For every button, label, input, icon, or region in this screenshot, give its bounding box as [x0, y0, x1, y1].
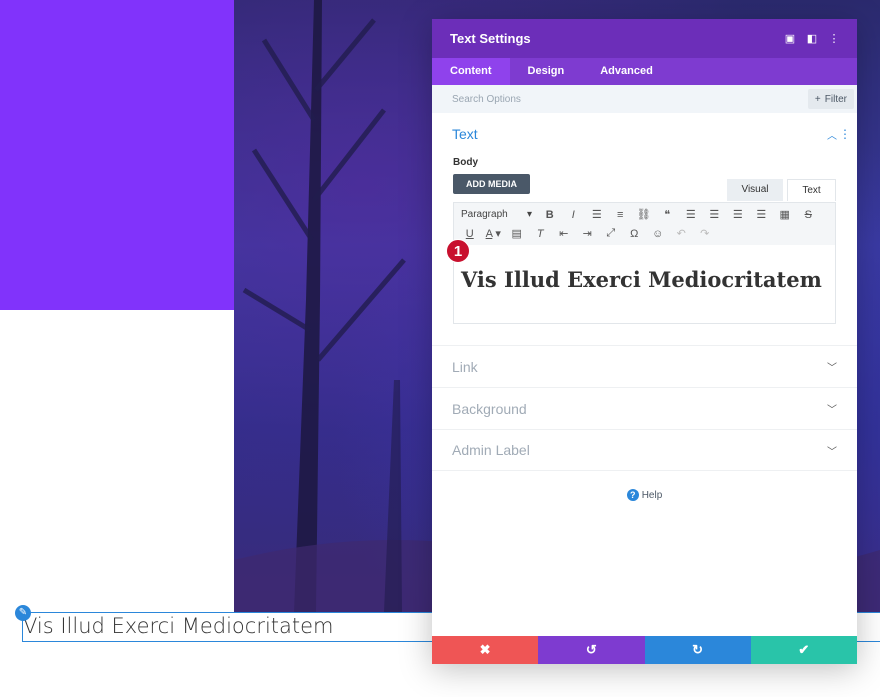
redo-button[interactable]: ↻: [644, 636, 751, 664]
search-input[interactable]: Search Options: [452, 94, 808, 105]
chevron-up-icon[interactable]: ︿: [825, 127, 839, 142]
close-icon: ✖: [479, 642, 491, 657]
strikethrough-icon[interactable]: S: [797, 209, 821, 221]
page-text: Vis Illud Exerci Mediocritatem: [23, 614, 334, 638]
numbered-list-icon[interactable]: ≡: [609, 209, 633, 221]
more-vertical-icon[interactable]: ⋮: [839, 127, 851, 141]
redo-icon[interactable]: ↷: [693, 227, 717, 240]
tab-visual[interactable]: Visual: [727, 179, 783, 201]
chevron-down-icon[interactable]: ﹀: [827, 359, 837, 374]
tab-content[interactable]: Content: [432, 58, 510, 85]
section-admin-label-label: Admin Label: [452, 442, 530, 458]
caret-down-icon: ▾: [526, 209, 532, 220]
editor-content[interactable]: 1 Vis Illud Exerci Mediocritatem: [446, 239, 835, 323]
split-view-icon[interactable]: ◧: [801, 28, 823, 50]
filter-button[interactable]: + Filter: [807, 89, 854, 109]
help-icon: ?: [626, 489, 639, 501]
filter-label: Filter: [824, 93, 847, 105]
section-background-label: Background: [452, 400, 527, 417]
search-bar: Search Options + Filter: [432, 85, 857, 113]
italic-icon[interactable]: I: [562, 209, 586, 221]
section-link[interactable]: Link ﹀: [432, 345, 857, 387]
save-button[interactable]: ✔: [750, 636, 857, 664]
align-left-icon[interactable]: ☰: [679, 208, 703, 221]
section-background[interactable]: Background ﹀: [432, 387, 857, 429]
add-media-button[interactable]: ADD MEDIA: [453, 174, 530, 194]
tab-advanced[interactable]: Advanced: [582, 58, 671, 85]
more-vertical-icon[interactable]: ⋮: [823, 28, 845, 50]
redo-icon: ↻: [692, 642, 704, 657]
tab-text[interactable]: Text: [787, 179, 836, 201]
undo-icon[interactable]: ↶: [670, 227, 694, 240]
section-link-label: Link: [452, 358, 478, 375]
fullscreen-icon[interactable]: ▣: [779, 28, 801, 50]
paragraph-select[interactable]: Paragraph ▾: [458, 209, 538, 220]
justify-icon[interactable]: ☰: [750, 208, 774, 221]
undo-icon: ↺: [585, 642, 597, 657]
link-icon[interactable]: ⛓: [632, 208, 656, 221]
underline-icon[interactable]: U: [458, 228, 482, 240]
section-admin-label[interactable]: Admin Label ﹀: [432, 429, 857, 471]
purple-background-block: [0, 0, 234, 310]
editor-toolbar: Paragraph ▾ B I ☰ ≡ ⛓ ❝ ☰ ☰ ☰ ☰ ▦ S U A …: [454, 203, 835, 245]
align-center-icon[interactable]: ☰: [703, 208, 727, 221]
undo-button[interactable]: ↺: [538, 636, 645, 664]
editor-heading: Vis Illud Exerci Mediocritatem: [461, 267, 822, 292]
text-section-header[interactable]: Text ︿ ⋮: [432, 113, 857, 155]
outdent-icon[interactable]: ⇤: [552, 227, 576, 240]
step-marker: 1: [446, 239, 470, 263]
tab-design[interactable]: Design: [510, 58, 583, 85]
chevron-down-icon[interactable]: ﹀: [827, 443, 837, 458]
settings-modal: Text Settings ▣ ◧ ⋮ Content Design Advan…: [432, 19, 857, 664]
table-icon[interactable]: ▦: [773, 208, 797, 221]
rich-text-editor: Paragraph ▾ B I ☰ ≡ ⛓ ❝ ☰ ☰ ☰ ☰ ▦ S U A …: [446, 202, 836, 324]
fullscreen-icon[interactable]: ⤢: [599, 227, 623, 240]
plus-icon: +: [814, 93, 821, 105]
paste-text-icon[interactable]: ▤: [505, 227, 529, 240]
cancel-button[interactable]: ✖: [432, 636, 539, 664]
blockquote-icon[interactable]: ❝: [656, 208, 680, 221]
chevron-down-icon[interactable]: ﹀: [827, 401, 837, 416]
indent-icon[interactable]: ⇥: [576, 227, 600, 240]
modal-footer: ✖ ↺ ↻ ✔: [432, 636, 857, 664]
body-label: Body: [453, 157, 478, 168]
text-color-icon[interactable]: A ▾: [482, 227, 506, 240]
modal-tabs: Content Design Advanced: [432, 58, 857, 85]
modal-title: Text Settings: [450, 31, 531, 46]
align-right-icon[interactable]: ☰: [726, 208, 750, 221]
checkmark-icon: ✔: [798, 642, 810, 657]
help-label: Help: [641, 490, 663, 501]
paragraph-select-value: Paragraph: [461, 209, 508, 220]
pencil-icon[interactable]: ✎: [15, 605, 31, 621]
emoji-icon[interactable]: ☺: [646, 228, 670, 240]
special-character-icon[interactable]: Ω: [623, 228, 647, 240]
text-section-title: Text: [452, 126, 478, 142]
modal-header: Text Settings ▣ ◧ ⋮: [432, 19, 857, 58]
bullet-list-icon[interactable]: ☰: [585, 208, 609, 221]
media-row: ADD MEDIA Visual Text: [432, 172, 857, 202]
bold-icon[interactable]: B: [538, 209, 562, 221]
help-link[interactable]: ? Help: [432, 489, 857, 501]
clear-formatting-icon[interactable]: T: [529, 228, 553, 240]
